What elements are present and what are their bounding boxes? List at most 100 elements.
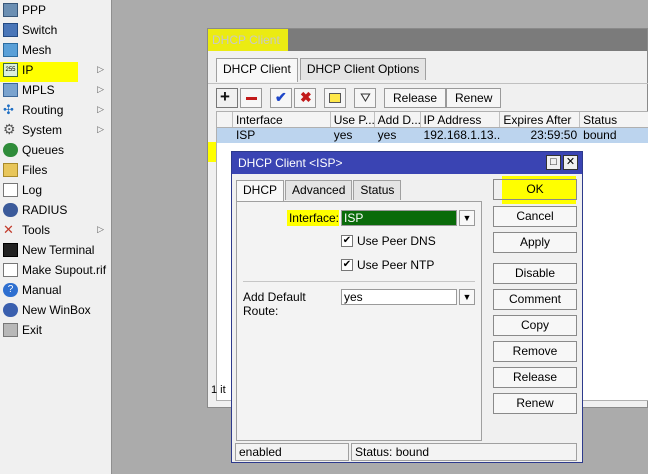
renew-button[interactable]: Renew xyxy=(446,88,502,108)
sidebar-item-make-supout[interactable]: Make Supout.rif xyxy=(0,260,112,280)
dialog-title-bar[interactable]: DHCP Client <ISP> □ ✕ xyxy=(232,152,582,174)
sidebar-item-new-winbox[interactable]: New WinBox xyxy=(0,300,112,320)
winbox-icon xyxy=(3,303,18,317)
column-status[interactable]: Status xyxy=(580,112,648,127)
sidebar-item-queues[interactable]: Queues xyxy=(0,140,112,160)
interface-select[interactable]: ISP xyxy=(341,210,457,226)
exit-icon xyxy=(3,323,18,337)
supout-icon xyxy=(3,263,18,277)
sidebar-item-tools[interactable]: ✕ Tools ▷ xyxy=(0,220,112,240)
comment-button[interactable] xyxy=(324,88,346,108)
submenu-arrow-icon: ▷ xyxy=(97,104,104,114)
interface-dropdown-icon[interactable]: ▼ xyxy=(459,210,475,226)
check-icon: ✔ xyxy=(275,89,287,105)
radius-icon xyxy=(3,203,18,217)
disable-button[interactable]: ✖ xyxy=(294,88,316,108)
cell-ip-address: 192.168.1.13... xyxy=(423,128,501,142)
terminal-icon xyxy=(3,243,18,257)
routing-icon: ✣ xyxy=(3,102,14,117)
apply-button[interactable]: Apply xyxy=(493,232,577,253)
ok-button[interactable]: OK xyxy=(493,179,577,200)
use-peer-ntp-checkbox[interactable]: ✔ xyxy=(341,259,353,271)
minus-icon xyxy=(246,97,257,100)
sidebar-item-switch[interactable]: Switch xyxy=(0,20,112,40)
cancel-button[interactable]: Cancel xyxy=(493,206,577,227)
column-use-peer[interactable]: Use P... xyxy=(331,112,375,127)
sidebar-item-exit[interactable]: Exit xyxy=(0,320,112,340)
sidebar-item-manual[interactable]: ? Manual xyxy=(0,280,112,300)
enable-button[interactable]: ✔ xyxy=(270,88,292,108)
interface-label: Interface: xyxy=(288,211,339,225)
sidebar-item-mesh[interactable]: Mesh xyxy=(0,40,112,60)
sidebar-item-routing[interactable]: ✣ Routing ▷ xyxy=(0,100,112,120)
mpls-icon xyxy=(3,83,18,97)
add-default-route-label: Add Default Route: xyxy=(243,290,306,318)
tab-advanced[interactable]: Advanced xyxy=(285,180,353,200)
tab-status[interactable]: Status xyxy=(353,180,402,200)
log-icon xyxy=(3,183,18,197)
release-button[interactable]: Release xyxy=(384,88,447,108)
submenu-arrow-icon: ▷ xyxy=(97,84,104,94)
plus-icon: + xyxy=(220,87,230,106)
ip-icon: 255 xyxy=(3,63,18,77)
copy-button[interactable]: Copy xyxy=(493,315,577,336)
cell-interface: ISP xyxy=(235,128,256,142)
mesh-icon xyxy=(3,43,18,57)
manual-icon: ? xyxy=(3,283,18,297)
window-title-bar[interactable]: DHCP Client xyxy=(208,29,647,51)
dhcp-tab-pane: Interface: ISP ▼ ✔ Use Peer DNS ✔ Use Pe… xyxy=(236,201,482,441)
header-spacer xyxy=(217,112,233,127)
filter-icon: ⛛ xyxy=(360,90,371,105)
cell-use-peer: yes xyxy=(333,128,353,142)
sidebar-item-radius[interactable]: RADIUS xyxy=(0,200,112,220)
sidebar-item-ip[interactable]: 255 IP ▷ xyxy=(0,60,112,80)
sidebar-item-log[interactable]: Log xyxy=(0,180,112,200)
note-icon xyxy=(329,93,341,103)
maximize-icon[interactable]: □ xyxy=(546,155,561,170)
interface-value: ISP xyxy=(344,211,364,225)
sidebar-item-mpls[interactable]: MPLS ▷ xyxy=(0,80,112,100)
item-count: 1 it xyxy=(211,384,226,396)
table-row[interactable]: ISP yes yes 192.168.1.13... 23:59:50 bou… xyxy=(217,128,648,143)
column-expires-after[interactable]: Expires After xyxy=(500,112,581,127)
dialog-title: DHCP Client <ISP> xyxy=(238,156,343,170)
sidebar-item-new-terminal[interactable]: New Terminal xyxy=(0,240,112,260)
release-button[interactable]: Release xyxy=(493,367,577,388)
files-icon xyxy=(3,163,18,177)
dialog-tabs: DHCP Advanced Status xyxy=(236,180,402,202)
status-enabled: enabled xyxy=(235,443,349,461)
renew-button[interactable]: Renew xyxy=(493,393,577,414)
disable-button[interactable]: Disable xyxy=(493,263,577,284)
tab-dhcp-client-options[interactable]: DHCP Client Options xyxy=(299,58,427,80)
ppp-icon xyxy=(3,3,18,17)
sidebar-item-files[interactable]: Files xyxy=(0,160,112,180)
sidebar-item-system[interactable]: ⚙ System ▷ xyxy=(0,120,112,140)
add-default-route-dropdown-icon[interactable]: ▼ xyxy=(459,289,475,305)
toolbar: + ✔ ✖ ⛛ Release Renew xyxy=(208,83,648,162)
system-icon: ⚙ xyxy=(3,121,16,137)
cell-expires-after: 23:59:50 xyxy=(530,128,578,142)
add-default-route-value: yes xyxy=(344,290,363,304)
use-peer-dns-label: Use Peer DNS xyxy=(357,234,436,248)
filter-button[interactable]: ⛛ xyxy=(354,88,376,108)
remove-button[interactable]: Remove xyxy=(493,341,577,362)
remove-button[interactable] xyxy=(240,88,262,108)
column-interface[interactable]: Interface xyxy=(233,112,331,127)
tools-icon: ✕ xyxy=(3,222,14,237)
add-default-route-select[interactable]: yes xyxy=(341,289,457,305)
comment-button[interactable]: Comment xyxy=(493,289,577,310)
add-button[interactable]: + xyxy=(216,87,238,108)
switch-icon xyxy=(3,23,18,37)
column-ip-address[interactable]: IP Address xyxy=(421,112,501,127)
column-add-default[interactable]: Add D... xyxy=(375,112,421,127)
cell-add-default: yes xyxy=(377,128,397,142)
use-peer-dns-checkbox[interactable]: ✔ xyxy=(341,235,353,247)
tab-dhcp-client[interactable]: DHCP Client xyxy=(216,58,298,82)
tab-dhcp[interactable]: DHCP xyxy=(236,180,285,202)
window-tabs: DHCP Client DHCP Client Options xyxy=(216,58,428,82)
table-header: Interface Use P... Add D... IP Address E… xyxy=(217,112,648,128)
submenu-arrow-icon: ▷ xyxy=(97,224,104,234)
sidebar-item-ppp[interactable]: PPP xyxy=(0,0,112,20)
submenu-arrow-icon: ▷ xyxy=(97,124,104,134)
close-icon[interactable]: ✕ xyxy=(563,155,578,170)
